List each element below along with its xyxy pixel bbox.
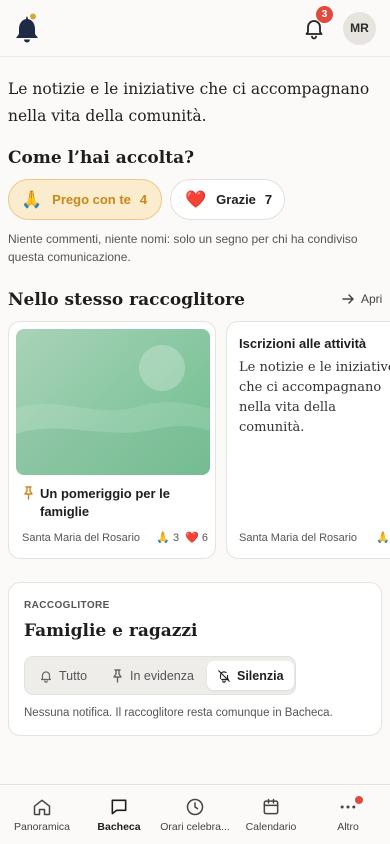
pin-icon [113, 668, 122, 683]
card-title: Un pomeriggio per le famiglie [23, 485, 209, 521]
mode-option-mute[interactable]: Silenzia [207, 661, 294, 690]
tab-label: Bacheca [97, 821, 141, 833]
folder-kicker: RACCOGLITORE [24, 600, 110, 611]
bell-logo-icon[interactable] [14, 13, 40, 43]
pray-reaction-label: Prego con te [52, 192, 131, 207]
image-hills-shape [16, 402, 210, 475]
reactions-hint: Niente commenti, niente nomi: solo un se… [8, 232, 358, 264]
related-card[interactable]: Un pomeriggio per le famiglie Santa Mari… [8, 321, 216, 559]
pray-reaction-button[interactable]: 🙏 Prego con te 4 [8, 179, 162, 220]
open-folder-link[interactable]: Apri [341, 292, 382, 306]
notification-mode-selector: Tutto In evidenza Silenzia [24, 656, 296, 695]
related-heading: Nello stesso raccoglitore [8, 290, 245, 310]
folder-title: Famiglie e ragazzi [24, 621, 198, 641]
card-title: Iscrizioni alle attività [239, 336, 367, 351]
tab-bacheca[interactable]: Bacheca [79, 797, 159, 833]
card-footer: Santa Maria del Rosario 🙏 3 ❤️ 6 [22, 531, 208, 545]
mode-option-label: In evidenza [130, 668, 194, 683]
altro-notification-dot [355, 796, 363, 804]
praying-hands-icon: 🙏 [21, 189, 43, 209]
image-sun-shape [139, 345, 185, 391]
open-folder-label: Apri [361, 292, 383, 306]
tab-orari[interactable]: Orari celebra... [155, 797, 235, 833]
calendar-icon [263, 798, 279, 815]
thanks-reaction-button[interactable]: ❤️ Grazie 7 [170, 179, 285, 220]
related-card[interactable]: Iscrizioni alle attività Le notizie e le… [226, 321, 390, 559]
card-excerpt: Le notizie e le iniziative che ci accomp… [239, 360, 390, 435]
thanks-reaction-count: 7 [264, 192, 273, 207]
tab-label: Calendario [245, 821, 297, 833]
bell-off-icon [218, 669, 230, 683]
tab-panoramica[interactable]: Panoramica [2, 797, 82, 833]
folder-settings-card: RACCOGLITORE Famiglie e ragazzi Tutto In… [8, 582, 382, 736]
card-title-text: Un pomeriggio per le famiglie [40, 486, 171, 519]
mode-option-label: Tutto [59, 668, 88, 683]
mode-option-featured[interactable]: In evidenza [111, 661, 194, 690]
card-footer: Santa Maria del Rosario 🙏 4 [239, 531, 390, 545]
mode-option-all[interactable]: Tutto [39, 661, 87, 690]
card-image [16, 329, 210, 475]
card-source: Santa Maria del Rosario [239, 531, 358, 544]
thanks-reaction-label: Grazie [216, 192, 256, 207]
card-source: Santa Maria del Rosario [22, 531, 141, 544]
folder-note: Nessuna notifica. Il raccoglitore resta … [24, 707, 333, 719]
clock-icon [186, 798, 204, 816]
tab-label: Altro [337, 821, 359, 833]
tab-label: Orari celebra... [160, 821, 230, 833]
tab-calendario[interactable]: Calendario [231, 797, 311, 833]
mode-option-label: Silenzia [237, 668, 284, 683]
bottom-tab-bar: Panoramica Bacheca Orari celebra... Cale… [0, 784, 390, 844]
reactions-heading: Come l’hai accolta? [8, 148, 195, 168]
message-icon [111, 799, 127, 815]
pin-icon [24, 486, 33, 500]
home-icon [33, 799, 51, 816]
notification-count-badge: 3 [316, 6, 333, 23]
arrow-right-icon [342, 294, 354, 304]
user-avatar[interactable]: MR [343, 12, 376, 45]
top-bar: 3 MR [0, 0, 390, 57]
pray-reaction-count: 4 [139, 192, 148, 207]
card-pray-count: 🙏 4 [376, 532, 390, 544]
tab-altro[interactable]: Altro [308, 797, 388, 833]
heart-icon: ❤️ [185, 189, 207, 209]
card-heart-count: ❤️ 6 [185, 532, 208, 544]
bell-icon [41, 670, 51, 683]
tab-label: Panoramica [13, 821, 71, 833]
card-pray-count: 🙏 3 [156, 532, 180, 544]
intro-text: Le notizie e le iniziative che ci accomp… [8, 80, 370, 125]
